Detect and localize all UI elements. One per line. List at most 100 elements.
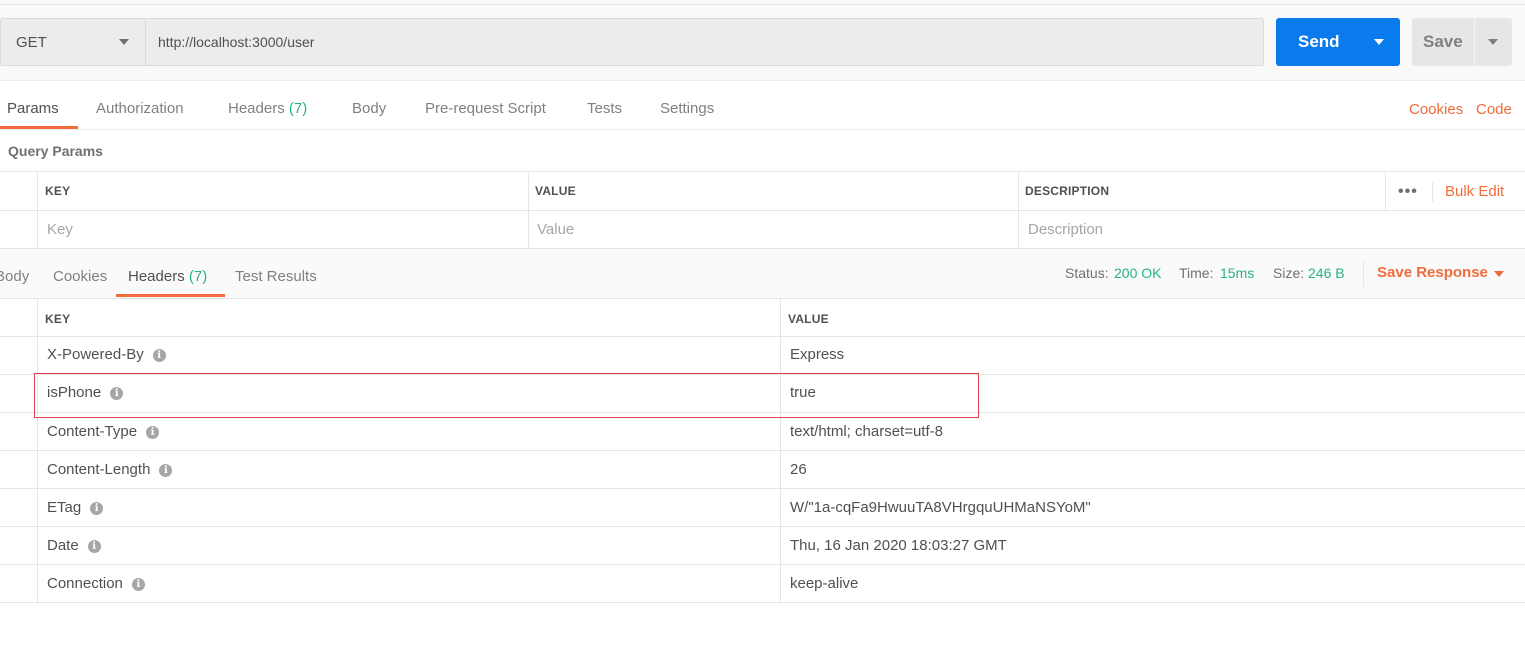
header-value: keep-alive <box>790 575 859 592</box>
tab-tests-label: Tests <box>587 100 623 117</box>
size-value: 246 B <box>1308 265 1345 281</box>
info-icon[interactable]: i <box>159 464 173 477</box>
active-response-tab-indicator <box>116 294 225 297</box>
info-icon[interactable]: i <box>131 578 145 591</box>
header-key-text: Connection <box>47 575 123 592</box>
query-params-title: Query Params <box>8 143 103 159</box>
info-icon[interactable]: i <box>87 540 101 553</box>
header-key: Date i <box>47 537 101 554</box>
tab-tests[interactable]: Tests <box>587 100 622 117</box>
column-divider <box>780 299 781 604</box>
tab-settings[interactable]: Settings <box>660 100 714 117</box>
table-row: X-Powered-By i Express <box>0 337 1525 375</box>
save-response-button[interactable]: Save Response <box>1377 264 1488 281</box>
info-icon[interactable]: i <box>146 426 160 439</box>
status-divider <box>1363 261 1364 287</box>
header-key-text: Content-Length <box>47 461 151 478</box>
response-tab-cookies-label: Cookies <box>53 268 108 285</box>
top-divider <box>0 4 1525 5</box>
info-icon[interactable]: i <box>90 502 104 515</box>
method-label: GET <box>16 34 47 51</box>
status-label: Status: <box>1065 265 1109 281</box>
header-key-text: X-Powered-By <box>47 346 144 363</box>
method-select[interactable]: GET <box>0 18 145 66</box>
response-tab-body[interactable]: Body <box>0 268 29 285</box>
chevron-down-icon <box>119 39 129 45</box>
table-header-divider <box>0 210 1525 211</box>
table-header-row: KEY VALUE <box>0 299 1525 337</box>
info-icon[interactable]: i <box>152 349 166 362</box>
response-tab-cookies[interactable]: Cookies <box>53 268 107 285</box>
response-tab-test-results[interactable]: Test Results <box>235 268 317 285</box>
column-divider <box>37 172 38 248</box>
tab-headers[interactable]: Headers (7) <box>228 100 307 117</box>
tab-headers-count: (7) <box>288 100 308 117</box>
response-tab-headers-label: Headers <box>128 268 185 285</box>
response-tab-headers[interactable]: Headers (7) <box>128 268 207 285</box>
column-header-value: VALUE <box>788 312 829 326</box>
time-label: Time: <box>1179 265 1214 281</box>
save-button[interactable]: Save <box>1412 18 1512 66</box>
send-chevron-down-icon[interactable] <box>1374 39 1384 45</box>
save-response-chevron-down-icon[interactable] <box>1494 271 1504 277</box>
header-value: 26 <box>790 461 807 478</box>
save-chevron-down-icon[interactable] <box>1488 39 1498 45</box>
header-key: Connection i <box>47 575 145 592</box>
value-input[interactable]: Value <box>537 221 574 238</box>
header-key: Content-Type i <box>47 423 160 440</box>
description-input[interactable]: Description <box>1028 221 1103 238</box>
more-options-icon[interactable]: ••• <box>1398 183 1418 201</box>
code-link[interactable]: Code <box>1476 101 1512 118</box>
column-divider <box>37 299 38 604</box>
tab-params[interactable]: Params <box>7 100 59 117</box>
header-value: W/"1a-cqFa9HwuuTA8VHrgquUHMaNSYoM" <box>790 499 1091 516</box>
header-key: X-Powered-By i <box>47 346 166 363</box>
header-key-text: ETag <box>47 499 82 516</box>
status-value: 200 OK <box>1114 265 1162 281</box>
header-value: text/html; charset=utf-8 <box>790 423 943 440</box>
column-header-key: KEY <box>45 312 71 326</box>
header-value: Thu, 16 Jan 2020 18:03:27 GMT <box>790 537 1007 554</box>
table-row: Content-Length i 26 <box>0 451 1525 489</box>
header-key-text: Content-Type <box>47 423 138 440</box>
tab-params-label: Params <box>7 100 59 117</box>
send-button[interactable]: Send <box>1276 18 1400 66</box>
key-input[interactable]: Key <box>47 221 73 238</box>
highlight-box <box>34 373 979 418</box>
tab-headers-label: Headers <box>228 100 285 117</box>
tab-pre-request-script-label: Pre-request Script <box>425 100 546 117</box>
tab-settings-label: Settings <box>660 100 715 117</box>
tab-authorization[interactable]: Authorization <box>96 100 184 117</box>
bulk-edit-link[interactable]: Bulk Edit <box>1445 183 1504 200</box>
tab-pre-request-script[interactable]: Pre-request Script <box>425 100 546 117</box>
tab-authorization-label: Authorization <box>96 100 184 117</box>
query-params-table: KEY VALUE DESCRIPTION ••• Bulk Edit Key … <box>0 171 1525 249</box>
response-tab-headers-count: (7) <box>188 268 208 285</box>
cookies-link[interactable]: Cookies <box>1409 101 1463 118</box>
tab-body[interactable]: Body <box>352 100 386 117</box>
url-field[interactable] <box>145 18 1264 66</box>
tab-body-label: Body <box>352 100 387 117</box>
response-headers-table: KEY VALUE X-Powered-By i Express isPhone i… <box>0 299 1525 605</box>
response-tab-test-results-label: Test Results <box>235 268 317 285</box>
table-row: Date i Thu, 16 Jan 2020 18:03:27 GMT <box>0 527 1525 565</box>
header-key-text: Date <box>47 537 79 554</box>
column-divider <box>528 172 529 248</box>
column-divider <box>1018 172 1019 248</box>
column-header-key: KEY <box>45 184 71 198</box>
column-header-description: DESCRIPTION <box>1025 184 1110 198</box>
column-divider <box>1385 172 1386 210</box>
column-divider <box>1432 182 1433 202</box>
table-row: Content-Type i text/html; charset=utf-8 <box>0 413 1525 451</box>
tabs-divider <box>0 129 1525 130</box>
header-key: ETag i <box>47 499 104 516</box>
table-row: ETag i W/"1a-cqFa9HwuuTA8VHrgquUHMaNSYoM" <box>0 489 1525 527</box>
column-header-value: VALUE <box>535 184 576 198</box>
send-label: Send <box>1298 32 1340 51</box>
response-tab-body-label: Body <box>0 268 30 285</box>
header-key: Content-Length i <box>47 461 173 478</box>
size-label: Size: <box>1273 265 1305 281</box>
time-value: 15ms <box>1220 265 1255 281</box>
save-divider <box>1474 18 1475 66</box>
url-input[interactable] <box>146 19 1263 65</box>
